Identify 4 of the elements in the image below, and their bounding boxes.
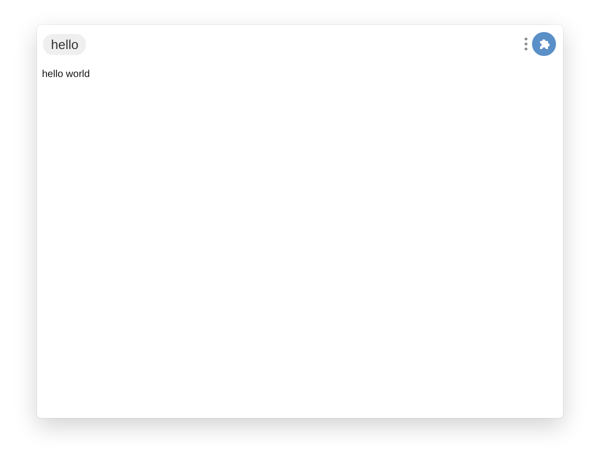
puzzle-icon[interactable] bbox=[532, 32, 556, 56]
body-text: hello world bbox=[42, 69, 91, 80]
more-menu-icon[interactable] bbox=[524, 37, 528, 51]
hello-chip[interactable]: hello bbox=[43, 34, 86, 54]
